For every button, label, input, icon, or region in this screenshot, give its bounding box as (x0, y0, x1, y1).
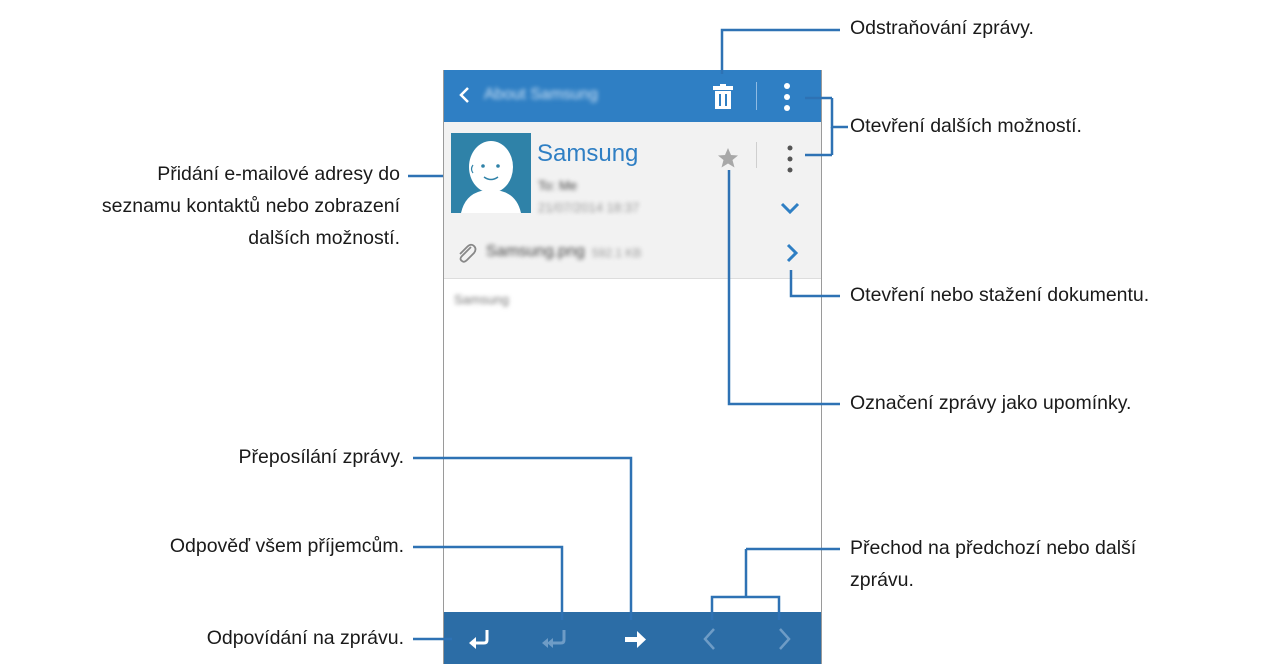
callout-leader-lines (408, 28, 848, 641)
callout-open-document: Otevření nebo stažení dokumentu. (850, 284, 1150, 306)
callout-forward: Přeposílání zprávy. (238, 446, 404, 468)
callout-reply-all: Odpověď všem příjemcům. (169, 535, 404, 557)
callout-more-options: Otevření dalších možností. (850, 115, 1082, 137)
callout-prev-next-line-1: Přechod na předchozí nebo další (850, 537, 1137, 559)
callout-delete: Odstraňování zprávy. (850, 17, 1034, 39)
callout-reply: Odpovídání na zprávu. (206, 627, 404, 649)
callout-mark-reminder: Označení zprávy jako upomínky. (850, 392, 1132, 414)
callout-add-contact-line-2: seznamu kontaktů nebo zobrazení (101, 195, 400, 217)
callout-add-contact-line-3: dalších možností. (248, 227, 400, 249)
callout-add-contact-line-1: Přidání e-mailové adresy do (157, 163, 400, 185)
callout-prev-next-line-2: zprávu. (850, 569, 914, 591)
